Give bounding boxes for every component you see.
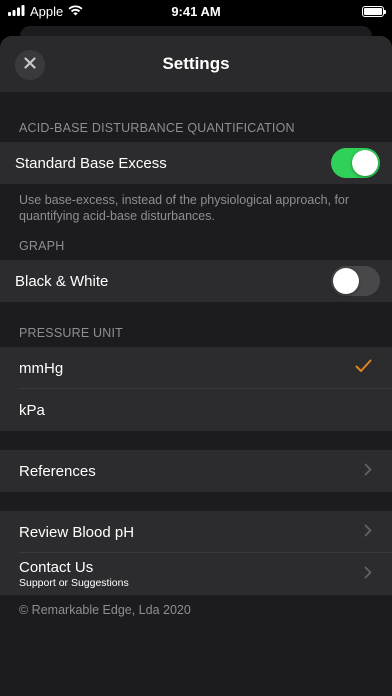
row-subtitle: Support or Suggestions bbox=[19, 577, 129, 589]
black-white-toggle[interactable] bbox=[331, 266, 380, 296]
chevron-right-icon bbox=[364, 566, 372, 583]
close-button[interactable] bbox=[15, 50, 45, 80]
row-references[interactable]: References bbox=[0, 450, 392, 492]
option-label: mmHg bbox=[19, 359, 64, 377]
checkmark-icon bbox=[355, 359, 372, 377]
row-review-blood-ph[interactable]: Review Blood pH bbox=[0, 511, 392, 553]
section-header-acid-base: ACID-BASE DISTURBANCE QUANTIFICATION bbox=[19, 121, 295, 135]
status-bar: Apple 9:41 AM bbox=[0, 0, 392, 22]
section-gap bbox=[0, 431, 392, 450]
battery-icon bbox=[362, 5, 386, 17]
option-label: kPa bbox=[19, 401, 45, 419]
row-pressure-kpa[interactable]: kPa bbox=[0, 389, 392, 431]
section-header-pressure: PRESSURE UNIT bbox=[19, 326, 124, 340]
row-pressure-mmhg[interactable]: mmHg bbox=[0, 347, 392, 389]
row-label: Black & White bbox=[15, 272, 109, 290]
row-black-white: Black & White bbox=[0, 260, 392, 302]
toggle-knob bbox=[333, 268, 359, 294]
status-time: 9:41 AM bbox=[171, 3, 221, 19]
page-title: Settings bbox=[162, 54, 230, 73]
close-icon bbox=[24, 56, 36, 74]
section-header-graph: GRAPH bbox=[19, 239, 65, 253]
settings-sheet: Settings ACID-BASE DISTURBANCE QUANTIFIC… bbox=[0, 36, 392, 696]
section-footer-acid-base: Use base-excess, instead of the physiolo… bbox=[19, 193, 350, 223]
nav-bar: Settings bbox=[0, 36, 392, 92]
row-label: Review Blood pH bbox=[19, 523, 135, 541]
row-contact-us[interactable]: Contact Us Support or Suggestions bbox=[0, 553, 392, 595]
toggle-knob bbox=[352, 150, 378, 176]
contact-text: Contact Us Support or Suggestions bbox=[19, 559, 129, 589]
chevron-right-icon bbox=[364, 524, 372, 541]
row-label: Contact Us bbox=[19, 559, 94, 576]
row-standard-base-excess: Standard Base Excess bbox=[0, 142, 392, 184]
chevron-right-icon bbox=[364, 463, 372, 480]
standard-base-excess-toggle[interactable] bbox=[331, 148, 380, 178]
section-gap bbox=[0, 492, 392, 511]
copyright-text: © Remarkable Edge, Lda 2020 bbox=[19, 603, 191, 617]
row-label: Standard Base Excess bbox=[15, 154, 167, 172]
row-label: References bbox=[19, 462, 96, 480]
